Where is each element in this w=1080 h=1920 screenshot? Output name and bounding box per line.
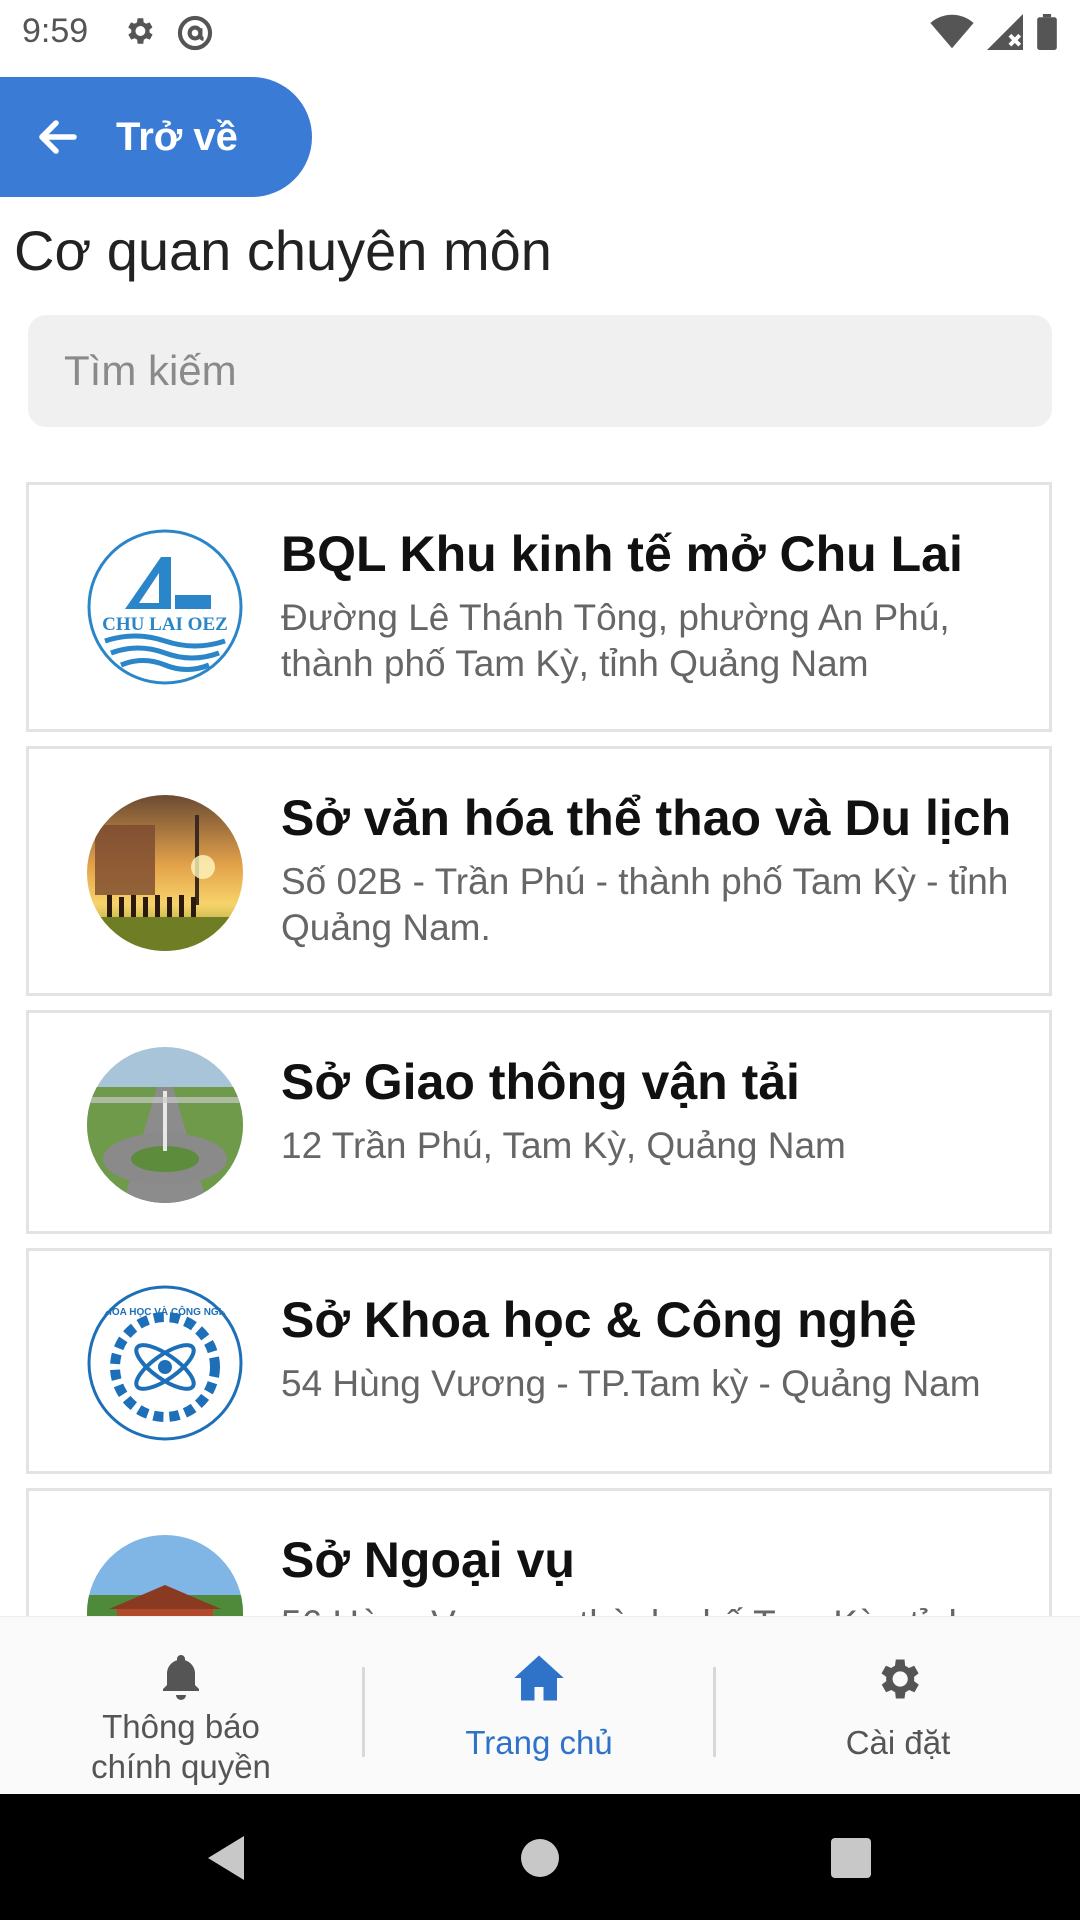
organization-name: Sở Ngoại vụ [281, 1532, 575, 1588]
page-title: Cơ quan chuyên môn [14, 219, 552, 282]
signal-icon [987, 14, 1023, 50]
organization-address: 12 Trần Phú, Tam Kỳ, Quảng Nam [281, 1125, 846, 1166]
list-item[interactable]: KHOA HỌC VÀ CÔNG NGHỆ Sở Khoa học & Công… [26, 1248, 1052, 1474]
system-nav-bar [0, 1794, 1080, 1920]
organization-name: Sở Khoa học & Công nghệ [281, 1292, 917, 1348]
status-left-icons [122, 14, 214, 52]
organization-address: 54 Hùng Vương - TP.Tam kỳ - Quảng Nam [281, 1363, 981, 1404]
nav-home-label: Trang chủ [465, 1724, 613, 1761]
organization-address: Đường Lê Thánh Tông, phường An Phú, thàn… [281, 597, 950, 684]
nav-notifications[interactable]: Thông báo chính quyền [0, 1617, 362, 1795]
arrow-left-icon [39, 120, 77, 154]
organization-address: Số 02B - Trần Phú - thành phố Tam Kỳ - t… [281, 861, 1009, 948]
at-sign-icon [177, 15, 213, 51]
status-bar: 9:59 [0, 0, 1080, 62]
nav-home[interactable]: Trang chủ [365, 1617, 713, 1795]
back-button[interactable]: Trở về [0, 77, 312, 197]
back-triangle-icon[interactable] [204, 1834, 248, 1882]
organization-name: Sở Giao thông vận tải [281, 1054, 800, 1110]
list-item[interactable]: Sở Ngoại vụ 56 Hùng Vương - thành phố Ta… [26, 1488, 1052, 1616]
science-tech-logo-text: KHOA HỌC VÀ CÔNG NGHỆ [97, 1305, 233, 1318]
list-item[interactable]: CHU LAI OEZ BQL Khu kinh tế mở Chu Lai Đ… [26, 482, 1052, 732]
nav-settings[interactable]: Cài đặt [716, 1617, 1080, 1795]
search-input[interactable] [28, 315, 1052, 427]
home-icon [514, 1655, 564, 1701]
gear-icon [881, 1659, 919, 1699]
status-time: 9:59 [22, 12, 89, 50]
organization-name: Sở văn hóa thể thao và Du lịch [281, 790, 1012, 846]
list-item[interactable]: Sở văn hóa thể thao và Du lịch Số 02B - … [26, 746, 1052, 996]
list-item[interactable]: Sở Giao thông vận tải 12 Trần Phú, Tam K… [26, 1010, 1052, 1234]
wifi-icon [930, 14, 974, 49]
nav-notifications-label: Thông báo chính quyền [91, 1708, 271, 1785]
science-tech-logo-icon: KHOA HỌC VÀ CÔNG NGHỆ [87, 1285, 243, 1441]
culture-photo-icon [87, 795, 243, 951]
recents-square-icon[interactable] [830, 1837, 872, 1879]
roundabout-photo-icon [87, 1047, 243, 1203]
bell-icon [163, 1655, 199, 1700]
settings-gear-icon [128, 18, 153, 44]
battery-icon [1037, 14, 1057, 50]
nav-settings-label: Cài đặt [845, 1724, 951, 1761]
organization-name: BQL Khu kinh tế mở Chu Lai [281, 526, 963, 582]
status-right-icons [930, 14, 1058, 50]
bridge-photo-icon [87, 1535, 243, 1616]
back-button-label: Trở về [116, 114, 238, 159]
home-circle-icon[interactable] [518, 1836, 562, 1880]
organization-list[interactable]: CHU LAI OEZ BQL Khu kinh tế mở Chu Lai Đ… [0, 470, 1080, 1616]
chu-lai-oez-logo-icon: CHU LAI OEZ [87, 529, 243, 685]
organization-address: 56 Hùng Vương - thành phố Tam Kỳ - tỉnh [281, 1601, 1021, 1616]
chu-lai-oez-logo-text: CHU LAI OEZ [102, 614, 228, 635]
bottom-nav: Thông báo chính quyền Trang chủ Cài đặt [0, 1616, 1080, 1795]
